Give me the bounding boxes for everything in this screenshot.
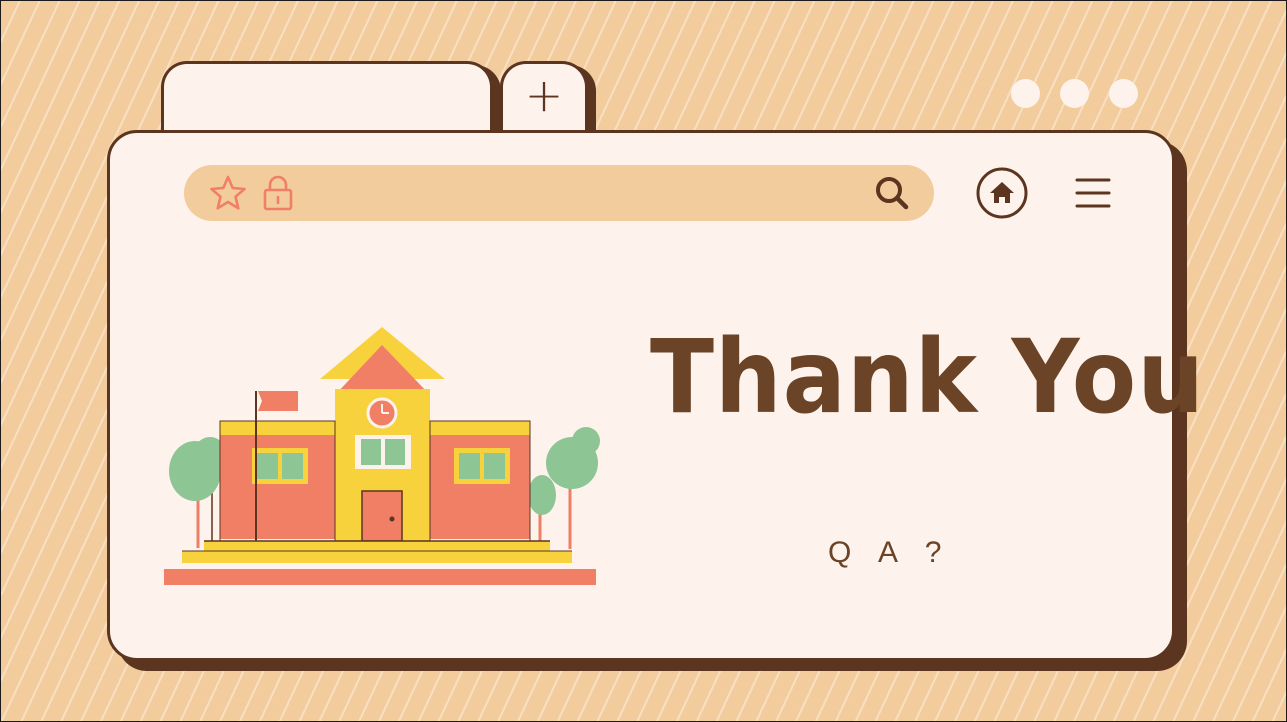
slide: + Thank You Q A ? [0, 0, 1287, 722]
window-control-dot[interactable] [1011, 79, 1040, 108]
home-icon [976, 167, 1028, 219]
home-button[interactable] [975, 166, 1029, 224]
window-control-dot[interactable] [1109, 79, 1138, 108]
star-icon[interactable] [208, 174, 248, 216]
lock-icon [262, 174, 294, 216]
page-title: Thank You [650, 318, 1205, 437]
window-control-dot[interactable] [1060, 79, 1089, 108]
plus-icon: + [524, 68, 564, 122]
new-tab-button[interactable]: + [500, 61, 588, 139]
browser-tab[interactable] [161, 61, 493, 139]
school-illustration [160, 323, 600, 597]
search-icon[interactable] [872, 173, 912, 217]
window-controls [1011, 79, 1138, 108]
browser-window: Thank You Q A ? [107, 130, 1204, 661]
menu-button[interactable] [1075, 175, 1111, 215]
address-bar[interactable] [184, 165, 934, 221]
menu-icon [1075, 178, 1111, 208]
page-subtitle: Q A ? [828, 536, 952, 569]
